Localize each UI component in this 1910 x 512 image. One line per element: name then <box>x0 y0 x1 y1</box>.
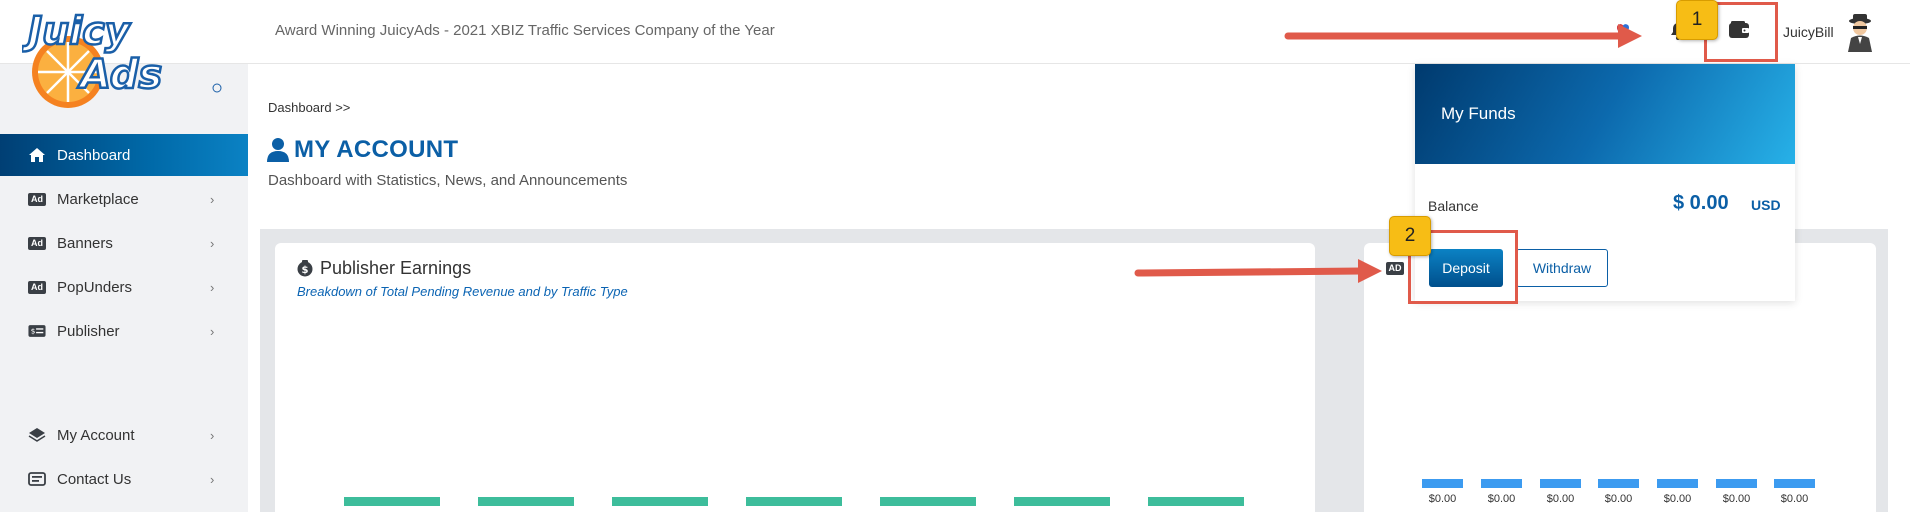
chevron-right-icon: › <box>210 235 215 251</box>
stats-bar <box>1422 479 1463 488</box>
annotation-step-badge: 1 <box>1676 0 1718 40</box>
svg-text:$: $ <box>302 265 309 276</box>
top-bar: Award Winning JuicyAds - 2021 XBIZ Traff… <box>0 0 1910 64</box>
earnings-bar <box>344 497 440 506</box>
sidebar-item-dashboard[interactable]: Dashboard <box>0 134 248 176</box>
sidebar-item-label: PopUnders <box>57 278 133 296</box>
annotation-step-badge: 2 <box>1389 216 1431 256</box>
sidebar-item-banners[interactable]: Ad Banners › <box>0 222 248 264</box>
sidebar-item-publisher[interactable]: $ Publisher › <box>0 310 248 352</box>
balance-value: $ 0.00 <box>1673 192 1729 214</box>
publisher-icon: $ <box>28 324 46 338</box>
sidebar-item-marketplace[interactable]: Ad Marketplace › <box>0 178 248 220</box>
stats-bar-label: $0.00 <box>1604 493 1633 505</box>
earnings-bar <box>1014 497 1110 506</box>
ad-icon: Ad <box>28 236 46 250</box>
sidebar-item-contact-us[interactable]: Contact Us › <box>0 458 248 500</box>
stats-bar <box>1657 479 1698 488</box>
sidebar-item-popunders[interactable]: Ad PopUnders › <box>0 266 248 308</box>
earnings-bar <box>478 497 574 506</box>
stats-bar-label: $0.00 <box>1663 493 1692 505</box>
layers-icon <box>28 428 46 442</box>
stats-bar-label: $0.00 <box>1428 493 1457 505</box>
stats-bar-label: $0.00 <box>1487 493 1516 505</box>
sidebar-item-label: Banners <box>57 234 113 252</box>
username[interactable]: JuicyBill <box>1783 24 1834 40</box>
ad-icon: Ad <box>28 192 46 206</box>
ad-icon: Ad <box>28 280 46 294</box>
heart-icon[interactable] <box>1614 20 1632 38</box>
stats-bar <box>1481 479 1522 488</box>
stats-bar <box>1598 479 1639 488</box>
my-funds-title: My Funds <box>1441 104 1516 123</box>
sidebar-item-label: Marketplace <box>57 190 139 208</box>
sidebar-item-label: Dashboard <box>57 146 131 164</box>
page-subtitle: Dashboard with Statistics, News, and Ann… <box>268 172 628 189</box>
withdraw-button[interactable]: Withdraw <box>1516 249 1608 287</box>
earnings-bar <box>880 497 976 506</box>
chevron-right-icon: › <box>210 471 215 487</box>
header-tagline: Award Winning JuicyAds - 2021 XBIZ Traff… <box>275 22 775 39</box>
juicyads-logo[interactable]: Juicy Ads <box>22 6 227 110</box>
chevron-right-icon: › <box>210 191 215 207</box>
stats-bar-label: $0.00 <box>1722 493 1751 505</box>
stats-bar <box>1774 479 1815 488</box>
avatar[interactable] <box>1845 12 1875 52</box>
earnings-bar <box>612 497 708 506</box>
logo-text-juicy: Juicy <box>22 9 132 53</box>
stats-bar <box>1540 479 1581 488</box>
money-bag-icon: $ <box>297 260 313 277</box>
chevron-right-icon: › <box>210 323 215 339</box>
sidebar-item-label: Publisher <box>57 322 120 340</box>
earnings-bar <box>1148 497 1244 506</box>
chevron-right-icon: › <box>210 427 215 443</box>
earnings-bar <box>746 497 842 506</box>
publisher-earnings-subtitle: Breakdown of Total Pending Revenue and b… <box>297 284 628 299</box>
stats-bar-label: $0.00 <box>1546 493 1575 505</box>
my-funds-header: My Funds <box>1415 64 1795 164</box>
chevron-right-icon: › <box>210 279 215 295</box>
sidebar-item-my-account[interactable]: My Account › <box>0 414 248 456</box>
sidebar-item-label: Contact Us <box>57 470 132 488</box>
breadcrumb[interactable]: Dashboard >> <box>268 100 350 115</box>
page-title: MY ACCOUNT <box>294 136 459 163</box>
svg-text:$: $ <box>31 327 36 336</box>
balance-label: Balance <box>1428 198 1479 214</box>
stats-bar <box>1716 479 1757 488</box>
logo-text-ads: Ads <box>77 52 162 98</box>
contact-icon <box>28 472 46 486</box>
sidebar-item-label: My Account <box>57 426 135 444</box>
publisher-earnings-title: Publisher Earnings <box>320 258 472 278</box>
ad-icon: AD <box>1386 262 1404 275</box>
balance-currency: USD <box>1751 197 1781 213</box>
user-icon <box>267 138 289 162</box>
home-icon <box>28 148 46 162</box>
stats-bar-label: $0.00 <box>1780 493 1809 505</box>
